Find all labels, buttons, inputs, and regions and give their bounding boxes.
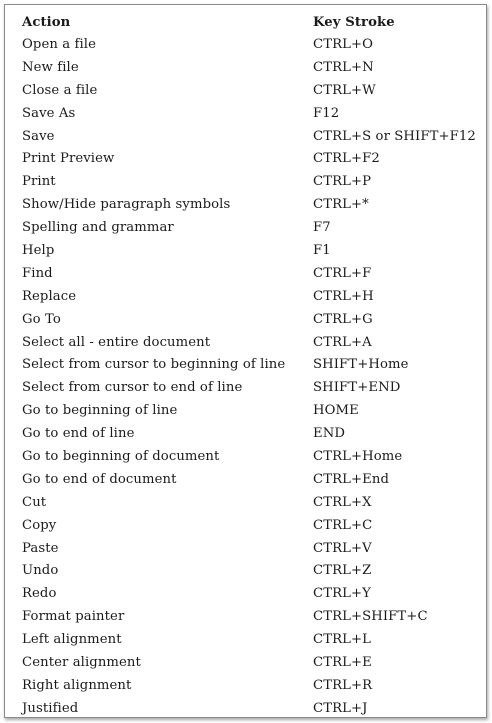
action-cell: Redo [22, 586, 57, 602]
key-stroke-cell: CTRL+C [313, 517, 373, 533]
key-stroke-cell: CTRL+E [313, 654, 372, 670]
column-header-action: Action [22, 14, 71, 30]
table-row: Justified CTRL+J [22, 697, 483, 720]
table-row: New file CTRL+N [22, 56, 483, 79]
table-row: Right alignment CTRL+R [22, 674, 483, 697]
action-cell: Cut [22, 494, 47, 510]
key-stroke-cell: CTRL+* [313, 197, 369, 213]
key-stroke-cell: CTRL+G [313, 311, 373, 327]
keyboard-shortcuts-table: Action Key Stroke Open a file CTRL+O New f… [22, 11, 483, 720]
key-stroke-cell: END [313, 426, 346, 442]
action-cell: Find [22, 265, 53, 281]
action-cell: Left alignment [22, 632, 122, 648]
action-cell: Paste [22, 540, 59, 556]
table-row: Undo CTRL+Z [22, 559, 483, 582]
key-stroke-cell: CTRL+Y [313, 586, 371, 602]
table-row: Help F1 [22, 239, 483, 262]
key-stroke-cell: CTRL+X [313, 494, 372, 510]
table-row: Replace CTRL+H [22, 285, 483, 308]
action-cell: Replace [22, 288, 77, 304]
table-row: Go To CTRL+G [22, 308, 483, 331]
action-cell: Undo [22, 563, 59, 579]
action-cell: Save As [22, 105, 76, 121]
key-stroke-cell: CTRL+F2 [313, 151, 380, 167]
action-cell: Spelling and grammar [22, 220, 174, 236]
action-cell: Right alignment [22, 677, 132, 693]
key-stroke-cell: CTRL+H [313, 288, 374, 304]
key-stroke-cell: CTRL+SHIFT+C [313, 609, 428, 625]
table-row: Close a file CTRL+W [22, 79, 483, 102]
table-row: Save CTRL+S or SHIFT+F12 [22, 125, 483, 148]
action-cell: Select from cursor to end of line [22, 380, 243, 396]
key-stroke-cell: CTRL+S or SHIFT+F12 [313, 128, 476, 144]
table-row: Show/Hide paragraph symbols CTRL+* [22, 193, 483, 216]
table-row: Print CTRL+P [22, 170, 483, 193]
key-stroke-cell: CTRL+F [313, 265, 372, 281]
action-cell: Open a file [22, 36, 97, 52]
action-cell: Go to beginning of document [22, 448, 220, 464]
action-cell: Select all - entire document [22, 334, 211, 350]
key-stroke-cell: CTRL+L [313, 632, 371, 648]
key-stroke-cell: CTRL+P [313, 174, 372, 190]
action-cell: Center alignment [22, 654, 141, 670]
table-row: Select from cursor to beginning of line S… [22, 353, 483, 376]
table-row: Center alignment CTRL+E [22, 651, 483, 674]
action-cell: Go to end of document [22, 471, 177, 487]
table-row: Select from cursor to end of line SHIFT+E… [22, 376, 483, 399]
key-stroke-cell: CTRL+O [313, 36, 374, 52]
action-cell: Go to beginning of line [22, 403, 178, 419]
table-row: Find CTRL+F [22, 262, 483, 285]
action-cell: Help [22, 242, 55, 258]
key-stroke-cell: HOME [313, 403, 359, 419]
action-cell: Select from cursor to beginning of line [22, 357, 286, 373]
key-stroke-cell: CTRL+J [313, 700, 368, 716]
key-stroke-cell: CTRL+N [313, 59, 374, 75]
table-row: Paste CTRL+V [22, 537, 483, 560]
key-stroke-cell: CTRL+Z [313, 563, 372, 579]
table-row: Print Preview CTRL+F2 [22, 147, 483, 170]
table-row: Cut CTRL+X [22, 491, 483, 514]
table-row: Open a file CTRL+O [22, 33, 483, 56]
key-stroke-cell: CTRL+Home [313, 448, 403, 464]
table-row: Format painter CTRL+SHIFT+C [22, 605, 483, 628]
table-header-row: Action Key Stroke [22, 11, 483, 33]
action-cell: Format painter [22, 609, 125, 625]
shortcut-table-frame: Action Key Stroke Open a file CTRL+O New f… [4, 4, 487, 718]
action-cell: Go to end of line [22, 426, 135, 442]
key-stroke-cell: CTRL+End [313, 471, 389, 487]
table-row: Redo CTRL+Y [22, 582, 483, 605]
key-stroke-cell: CTRL+V [313, 540, 372, 556]
key-stroke-cell: F12 [313, 105, 340, 121]
key-stroke-cell: F7 [313, 220, 331, 236]
key-stroke-cell: CTRL+R [313, 677, 373, 693]
table-row: Spelling and grammar F7 [22, 216, 483, 239]
action-cell: New file [22, 59, 79, 75]
action-cell: Justified [22, 700, 79, 716]
table-row: Select all - entire document CTRL+A [22, 331, 483, 354]
table-row: Go to beginning of document CTRL+Home [22, 445, 483, 468]
key-stroke-cell: SHIFT+END [313, 380, 401, 396]
action-cell: Copy [22, 517, 57, 533]
column-header-key-stroke: Key Stroke [313, 14, 395, 30]
table-row: Go to beginning of line HOME [22, 399, 483, 422]
action-cell: Print Preview [22, 151, 115, 167]
key-stroke-cell: CTRL+A [313, 334, 372, 350]
table-row: Go to end of document CTRL+End [22, 468, 483, 491]
action-cell: Print [22, 174, 56, 190]
key-stroke-cell: F1 [313, 242, 331, 258]
table-row: Left alignment CTRL+L [22, 628, 483, 651]
action-cell: Go To [22, 311, 61, 327]
key-stroke-cell: CTRL+W [313, 82, 376, 98]
action-cell: Show/Hide paragraph symbols [22, 197, 231, 213]
table-row: Save As F12 [22, 102, 483, 125]
key-stroke-cell: SHIFT+Home [313, 357, 409, 373]
action-cell: Close a file [22, 82, 98, 98]
table-row: Go to end of line END [22, 422, 483, 445]
table-body: Open a file CTRL+O New file CTRL+N Close a f… [22, 33, 483, 720]
action-cell: Save [22, 128, 55, 144]
table-row: Copy CTRL+C [22, 514, 483, 537]
